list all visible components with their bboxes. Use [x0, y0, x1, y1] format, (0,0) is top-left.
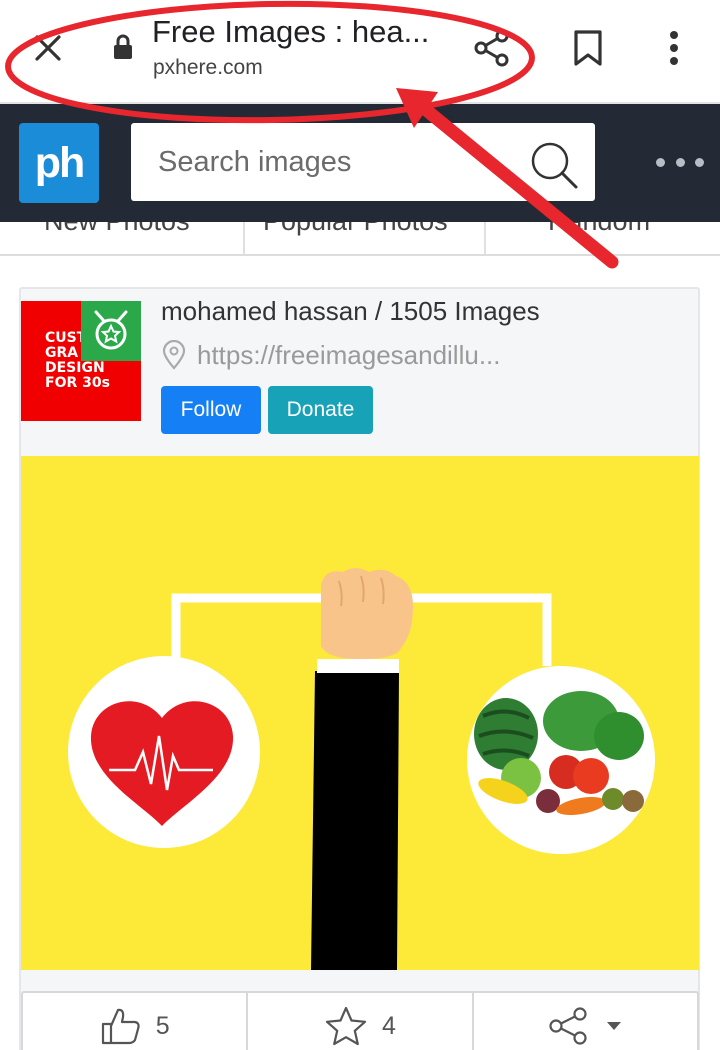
tab-divider: [484, 222, 486, 254]
thumbs-up-icon: [101, 1008, 140, 1045]
photo-image[interactable]: [21, 456, 699, 970]
dot: [656, 157, 665, 167]
badge-icon: [81, 301, 141, 361]
close-icon: [35, 35, 61, 61]
dot: [695, 157, 704, 167]
more-vert-icon: [670, 31, 678, 65]
author-avatar[interactable]: CUST GRA DESIGN FOR 30s: [21, 301, 141, 421]
chevron-down-icon: [607, 1022, 622, 1030]
tab-popular-photos[interactable]: Popular Photos: [263, 222, 448, 237]
browser-toolbar: Free Images : hea... pxhere.com: [0, 0, 720, 104]
share-button[interactable]: [468, 24, 516, 72]
dot: [675, 157, 685, 167]
star-icon: [325, 1006, 367, 1046]
page-title[interactable]: Free Images : hea...: [152, 14, 442, 50]
nav-tabs: New Photos Popular Photos Random: [0, 222, 720, 256]
overflow-menu-button[interactable]: [654, 24, 694, 72]
share-icon: [474, 29, 509, 67]
favorite-button[interactable]: 4: [248, 993, 474, 1050]
favorite-count: 4: [382, 1011, 396, 1040]
author-line[interactable]: mohamed hassan / 1505 Images: [161, 296, 540, 327]
share-icon: [549, 1007, 587, 1045]
author-link: https://freeimagesandillu...: [197, 339, 501, 370]
search-icon[interactable]: [528, 139, 580, 191]
author-website[interactable]: https://freeimagesandillu...: [161, 338, 537, 372]
photo-actions: 5 4: [21, 991, 699, 1050]
tab-new-photos[interactable]: New Photos: [44, 222, 190, 237]
location-pin-icon: [162, 340, 186, 370]
site-logo[interactable]: ph: [19, 123, 99, 203]
tab-random[interactable]: Random: [548, 222, 650, 237]
page-domain[interactable]: pxhere.com: [153, 56, 263, 80]
search-input[interactable]: [131, 123, 521, 201]
like-button[interactable]: 5: [23, 993, 249, 1050]
close-tab-button[interactable]: [26, 26, 70, 70]
share-photo-button[interactable]: [474, 993, 697, 1050]
follow-button[interactable]: Follow: [161, 386, 261, 434]
like-count: 5: [155, 1011, 170, 1040]
health-balance-illustration: [68, 568, 655, 970]
site-more-button[interactable]: [656, 150, 704, 174]
donate-button[interactable]: Donate: [268, 386, 373, 434]
site-header: ph: [0, 104, 720, 222]
bookmark-button[interactable]: [566, 24, 610, 72]
tab-divider: [243, 222, 245, 254]
lock-icon: [114, 34, 132, 59]
search-box[interactable]: [131, 123, 595, 201]
bookmark-icon: [574, 30, 602, 66]
